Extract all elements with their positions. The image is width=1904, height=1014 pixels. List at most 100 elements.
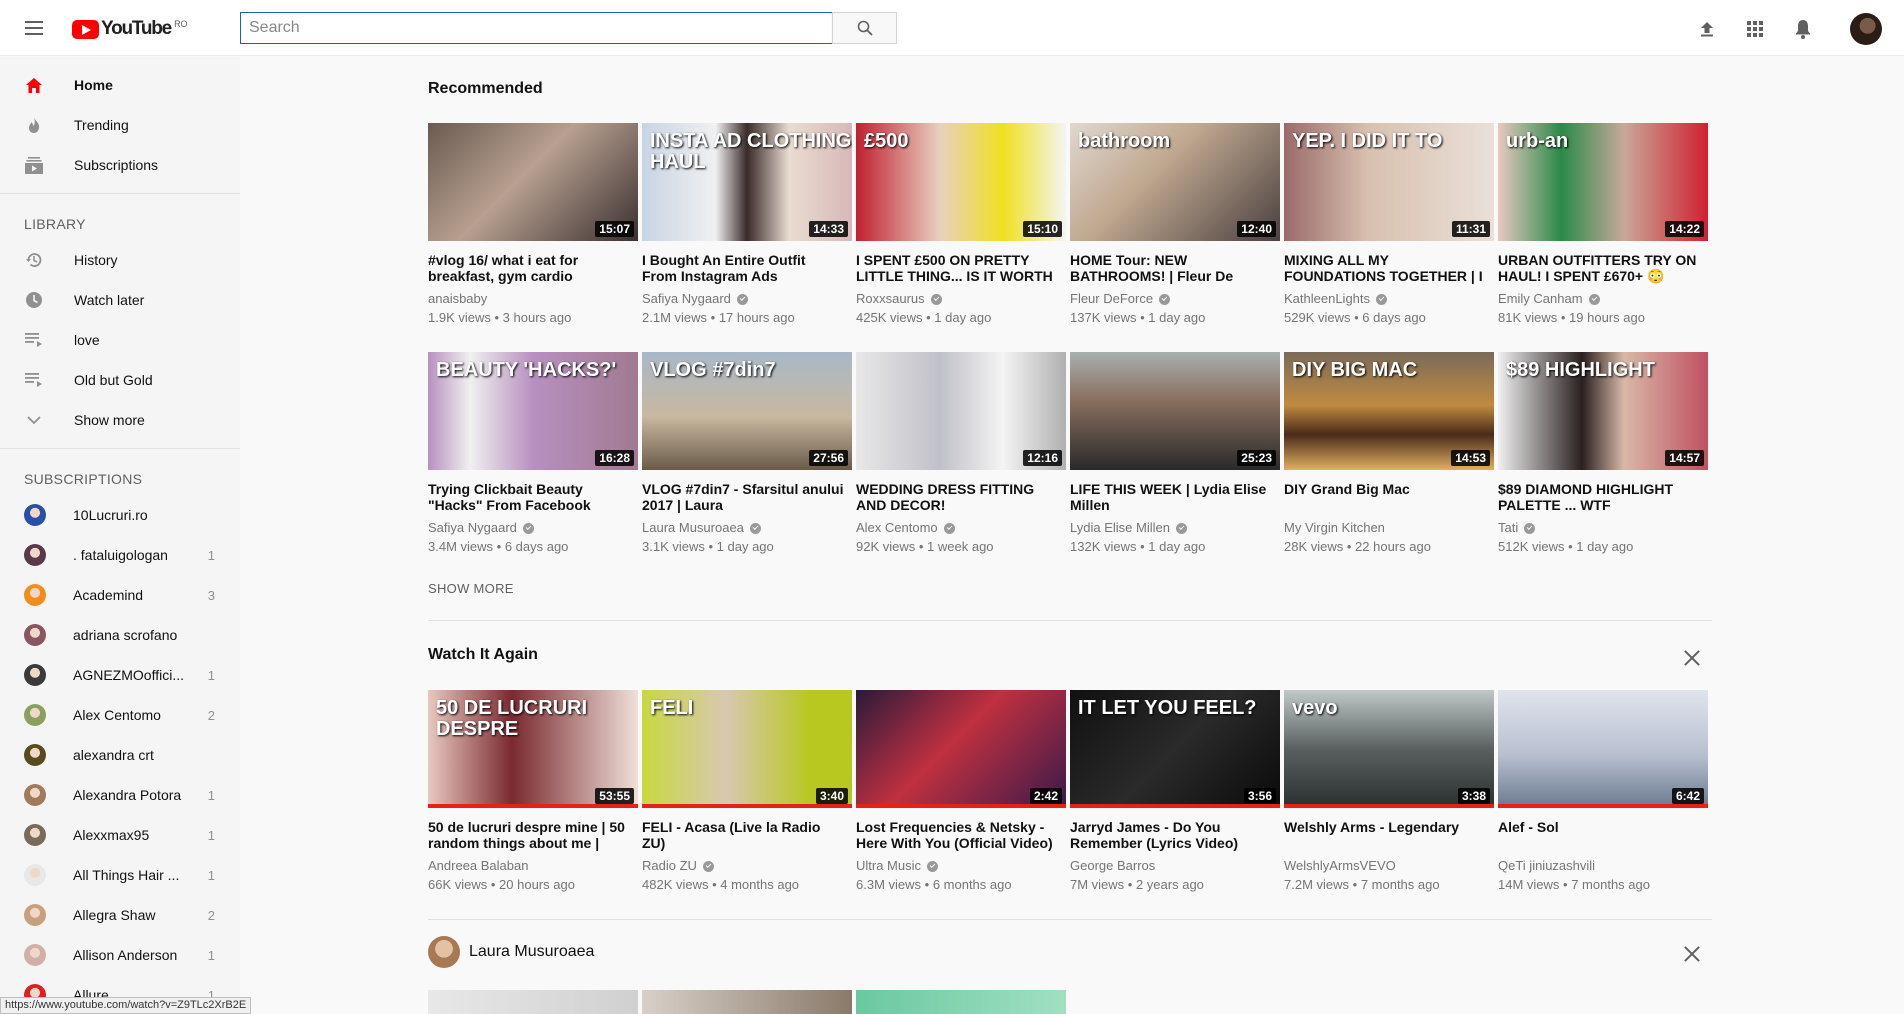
channel-name[interactable]: Ultra Music	[856, 858, 921, 874]
video-channel[interactable]: Radio ZU	[642, 858, 852, 874]
video-thumbnail[interactable]: vevo 3:38	[1284, 690, 1494, 808]
channel-name[interactable]: Emily Canham	[1498, 291, 1583, 307]
subscription-item[interactable]: AGNEZMOoffici... 1	[0, 655, 240, 695]
video-card[interactable]: 2:42 Lost Frequencies & Netsky - Here Wit…	[856, 690, 1066, 915]
video-thumbnail[interactable]: FELI 3:40	[642, 690, 852, 808]
video-channel[interactable]: Safiya Nygaard	[428, 520, 638, 536]
video-thumbnail[interactable]: DIY BIG MAC 14:53	[1284, 352, 1494, 470]
video-card[interactable]: vevo 3:38 Welshly Arms - Legendary WelshlyA…	[1284, 690, 1494, 915]
video-title[interactable]: Alef - Sol	[1498, 819, 1708, 851]
account-avatar[interactable]	[1850, 13, 1882, 45]
channel-name[interactable]: My Virgin Kitchen	[1284, 520, 1385, 536]
video-title[interactable]: 50 de lucruri despre mine | 50 random th…	[428, 819, 638, 851]
video-title[interactable]: MIXING ALL MY FOUNDATIONS TOGETHER | I	[1284, 252, 1494, 284]
video-card[interactable]: 25:23 LIFE THIS WEEK | Lydia Elise Millen…	[1070, 352, 1280, 577]
video-title[interactable]: LIFE THIS WEEK | Lydia Elise Millen	[1070, 481, 1280, 513]
video-thumbnail[interactable]: £500 15:10	[856, 123, 1066, 241]
channel-name[interactable]: QeTi jiniuzashvili	[1498, 858, 1595, 874]
sidebar-item-history[interactable]: History	[0, 240, 240, 280]
video-thumbnail[interactable]	[856, 990, 1066, 1014]
video-channel[interactable]: Roxxsaurus	[856, 291, 1066, 307]
video-card[interactable]: bathroom 12:40 HOME Tour: NEW BATHROOMS! |…	[1070, 123, 1280, 348]
video-thumbnail[interactable]: $89 HIGHLIGHT 14:57	[1498, 352, 1708, 470]
video-channel[interactable]: Laura Musuroaea	[642, 520, 852, 536]
video-channel[interactable]: Ultra Music	[856, 858, 1066, 874]
video-channel[interactable]: QeTi jiniuzashvili	[1498, 858, 1708, 874]
video-thumbnail[interactable]: bathroom 12:40	[1070, 123, 1280, 241]
video-title[interactable]: WEDDING DRESS FITTING AND DECOR!	[856, 481, 1066, 513]
channel-name[interactable]: George Barros	[1070, 858, 1155, 874]
video-card[interactable]: FELI 3:40 FELI - Acasa (Live la Radio ZU) R…	[642, 690, 852, 915]
channel-name[interactable]: Fleur DeForce	[1070, 291, 1153, 307]
video-thumbnail[interactable]: 25:23	[1070, 352, 1280, 470]
video-thumbnail[interactable]: VLOG #7din7 27:56	[642, 352, 852, 470]
video-thumbnail[interactable]	[428, 990, 638, 1014]
menu-icon[interactable]	[23, 19, 45, 37]
channel-name[interactable]: Lydia Elise Millen	[1070, 520, 1170, 536]
video-thumbnail[interactable]: 50 DE LUCRURI DESPRE 53:55	[428, 690, 638, 808]
subscription-item[interactable]: Alexandra Potora 1	[0, 775, 240, 815]
video-title[interactable]: VLOG #7din7 - Sfarsitul anului 2017 | La…	[642, 481, 852, 513]
video-thumbnail[interactable]: INSTA AD CLOTHING HAUL 14:33	[642, 123, 852, 241]
sidebar-item-playlist-old-but-gold[interactable]: Old but Gold	[0, 360, 240, 400]
channel-name[interactable]: Radio ZU	[642, 858, 697, 874]
subscription-item[interactable]: 10Lucruri.ro	[0, 495, 240, 535]
sidebar-item-playlist-love[interactable]: love	[0, 320, 240, 360]
video-channel[interactable]: George Barros	[1070, 858, 1280, 874]
video-card[interactable]: 50 DE LUCRURI DESPRE 53:55 50 de lucruri d…	[428, 690, 638, 915]
video-card[interactable]: YEP. I DID IT TO 11:31 MIXING ALL MY FOUND…	[1284, 123, 1494, 348]
video-channel[interactable]: anaisbaby	[428, 291, 638, 307]
subscription-item[interactable]: . fataluigologan 1	[0, 535, 240, 575]
video-title[interactable]: Welshly Arms - Legendary	[1284, 819, 1494, 851]
subscription-item[interactable]: Allegra Shaw 2	[0, 895, 240, 935]
video-channel[interactable]: Alex Centomo	[856, 520, 1066, 536]
video-channel[interactable]: WelshlyArmsVEVO	[1284, 858, 1494, 874]
channel-name[interactable]: Alex Centomo	[856, 520, 938, 536]
subscription-item[interactable]: Alex Centomo 2	[0, 695, 240, 735]
video-card[interactable]: VLOG #7din7 27:56 VLOG #7din7 - Sfarsitul …	[642, 352, 852, 577]
video-card[interactable]: 6:42 Alef - Sol QeTi jiniuzashvili 14M view…	[1498, 690, 1708, 915]
video-thumbnail[interactable]: urb-an 14:22	[1498, 123, 1708, 241]
video-channel[interactable]: Fleur DeForce	[1070, 291, 1280, 307]
video-card[interactable]: INSTA AD CLOTHING HAUL 14:33 I Bought An E…	[642, 123, 852, 348]
channel-name[interactable]: KathleenLights	[1284, 291, 1370, 307]
channel-name[interactable]: Andreea Balaban	[428, 858, 528, 874]
notifications-bell-icon[interactable]	[1790, 16, 1816, 42]
video-title[interactable]: I SPENT £500 ON PRETTY LITTLE THING... I…	[856, 252, 1066, 284]
video-thumbnail[interactable]: YEP. I DID IT TO 11:31	[1284, 123, 1494, 241]
video-channel[interactable]: Lydia Elise Millen	[1070, 520, 1280, 536]
video-title[interactable]: FELI - Acasa (Live la Radio ZU)	[642, 819, 852, 851]
video-card[interactable]: DIY BIG MAC 14:53 DIY Grand Big Mac My Virg…	[1284, 352, 1494, 577]
channel-name[interactable]: Safiya Nygaard	[642, 291, 731, 307]
sidebar-item-home[interactable]: Home	[0, 65, 240, 105]
sidebar-item-trending[interactable]: Trending	[0, 105, 240, 145]
video-channel[interactable]: Emily Canham	[1498, 291, 1708, 307]
video-title[interactable]: Lost Frequencies & Netsky - Here With Yo…	[856, 819, 1066, 851]
dismiss-section-close-icon[interactable]	[1683, 649, 1701, 667]
channel-avatar[interactable]	[428, 936, 460, 968]
channel-name[interactable]: WelshlyArmsVEVO	[1284, 858, 1396, 874]
channel-name[interactable]: Laura Musuroaea	[642, 520, 744, 536]
channel-name[interactable]: Tati	[1498, 520, 1518, 536]
video-card[interactable]: urb-an 14:22 URBAN OUTFITTERS TRY ON HAUL!…	[1498, 123, 1708, 348]
video-title[interactable]: HOME Tour: NEW BATHROOMS! | Fleur De	[1070, 252, 1280, 284]
apps-grid-icon[interactable]	[1742, 16, 1768, 42]
video-thumbnail[interactable]: 2:42	[856, 690, 1066, 808]
video-title[interactable]: Trying Clickbait Beauty "Hacks" From Fac…	[428, 481, 638, 513]
subscription-item[interactable]: alexandra crt	[0, 735, 240, 775]
video-thumbnail[interactable]: 12:16	[856, 352, 1066, 470]
dismiss-shelf-close-icon[interactable]	[1683, 945, 1701, 963]
youtube-logo[interactable]: YouTube RO	[72, 18, 188, 40]
sidebar-show-more[interactable]: Show more	[0, 400, 240, 440]
sidebar-item-subscriptions[interactable]: Subscriptions	[0, 145, 240, 185]
video-title[interactable]: #vlog 16/ what i eat for breakfast, gym …	[428, 252, 638, 284]
video-thumbnail[interactable]: 15:07	[428, 123, 638, 241]
channel-name[interactable]: Safiya Nygaard	[428, 520, 517, 536]
subscription-item[interactable]: adriana scrofano	[0, 615, 240, 655]
video-card[interactable]: 12:16 WEDDING DRESS FITTING AND DECOR! Ale…	[856, 352, 1066, 577]
video-channel[interactable]: Safiya Nygaard	[642, 291, 852, 307]
search-input[interactable]	[240, 12, 832, 44]
video-title[interactable]: $89 DIAMOND HIGHLIGHT PALETTE ... WTF	[1498, 481, 1708, 513]
show-more-button[interactable]: SHOW MORE	[428, 581, 514, 596]
video-channel[interactable]: KathleenLights	[1284, 291, 1494, 307]
